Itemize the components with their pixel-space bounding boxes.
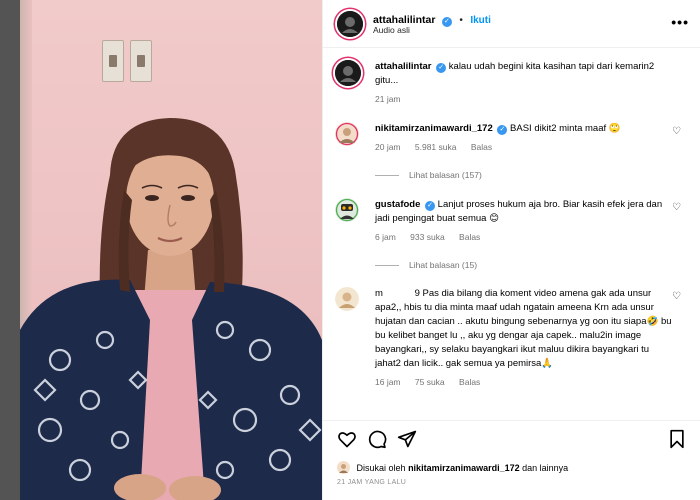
post-side-panel: attahalilintar ✓ • Ikuti Audio asli ••• …: [322, 0, 700, 500]
caption-meta: 21 jam: [375, 92, 675, 106]
left-dark-strip: [0, 0, 20, 500]
comment-bubble-icon[interactable]: [367, 429, 387, 449]
comment-time: 20 jam: [375, 142, 401, 152]
view-replies-label: Lihat balasan (15): [409, 260, 478, 270]
comment-username[interactable]: m 9: [375, 288, 420, 299]
comment-text: Pas dia bilang dia koment video amena ga…: [375, 288, 672, 369]
header-dot-separator: •: [459, 15, 463, 26]
reply-button[interactable]: Balas: [459, 377, 480, 387]
author-avatar-icon: [337, 11, 363, 37]
view-replies-link[interactable]: Lihat balasan (157): [375, 170, 482, 180]
replies-line-divider: [375, 175, 399, 177]
liked-by-row: Disukai oleh nikitamirzanimawardi_172 da…: [337, 461, 568, 474]
comment-avatar[interactable]: [335, 198, 359, 222]
caption-username[interactable]: attahalilintar: [375, 61, 432, 72]
liked-by-prefix: Disukai oleh: [356, 463, 406, 473]
comment-body: gustafode ✓ Lanjut proses hukum aja bro.…: [375, 198, 675, 244]
share-send-icon[interactable]: [397, 429, 417, 449]
post-timestamp: 21 JAM YANG LALU: [337, 479, 407, 486]
liked-by-username[interactable]: nikitamirzanimawardi_172: [408, 463, 520, 473]
like-comment-icon[interactable]: ♡: [672, 126, 681, 137]
bookmark-save-icon[interactable]: [667, 429, 687, 449]
comment-text: BASI dikit2 minta maaf 🙄: [510, 123, 621, 134]
comment-avatar[interactable]: [335, 287, 359, 311]
verified-badge-icon: ✓: [497, 125, 508, 135]
verified-badge-icon: ✓: [441, 17, 452, 27]
liked-by-suffix[interactable]: dan lainnya: [522, 463, 568, 473]
like-comment-icon[interactable]: ♡: [672, 291, 681, 302]
post-actions-bar: Disukai oleh nikitamirzanimawardi_172 da…: [323, 420, 700, 500]
liked-by-avatar-icon[interactable]: [337, 461, 350, 474]
comment-body: nikitamirzanimawardi_172 ✓ BASI dikit2 m…: [375, 122, 675, 154]
comment-meta: 16 jam 75 suka Balas: [375, 375, 675, 389]
comment-avatar-icon: [335, 122, 359, 146]
comment-avatar[interactable]: [335, 122, 359, 146]
comment-username[interactable]: gustafode: [375, 199, 420, 210]
verified-badge-icon: ✓: [425, 201, 436, 211]
view-replies-link[interactable]: Lihat balasan (15): [375, 260, 477, 270]
video-player[interactable]: [20, 0, 322, 500]
post-header: attahalilintar ✓ • Ikuti Audio asli •••: [323, 0, 700, 48]
follow-button[interactable]: Ikuti: [470, 15, 491, 26]
more-options-icon[interactable]: •••: [671, 14, 689, 30]
audio-label[interactable]: Audio asli: [373, 25, 410, 35]
reply-button[interactable]: Balas: [471, 142, 492, 152]
comment-body: m 9 Pas dia bilang dia koment video amen…: [375, 287, 675, 389]
author-avatar[interactable]: [337, 11, 363, 37]
caption-time: 21 jam: [375, 94, 401, 104]
reply-button[interactable]: Balas: [459, 232, 480, 242]
comment-meta: 20 jam 5.981 suka Balas: [375, 140, 675, 154]
comment-likes[interactable]: 933 suka: [410, 232, 445, 242]
video-person-figure: [20, 118, 322, 500]
view-replies-label: Lihat balasan (157): [409, 170, 482, 180]
comment-likes[interactable]: 75 suka: [415, 377, 445, 387]
comment-avatar-icon: [335, 287, 359, 311]
caption-avatar[interactable]: [335, 60, 361, 86]
comment-time: 16 jam: [375, 377, 401, 387]
comment-username[interactable]: nikitamirzanimawardi_172: [375, 123, 493, 134]
comment-likes[interactable]: 5.981 suka: [415, 142, 457, 152]
comment-meta: 6 jam 933 suka Balas: [375, 230, 675, 244]
replies-line-divider: [375, 265, 399, 267]
verified-badge-icon: ✓: [436, 63, 447, 73]
caption-avatar-icon: [335, 60, 361, 86]
comment-time: 6 jam: [375, 232, 396, 242]
like-comment-icon[interactable]: ♡: [672, 202, 681, 213]
comment-avatar-icon: [335, 198, 359, 222]
caption-body: attahalilintar ✓ kalau udah begini kita …: [375, 60, 675, 106]
like-heart-icon[interactable]: [337, 429, 357, 449]
